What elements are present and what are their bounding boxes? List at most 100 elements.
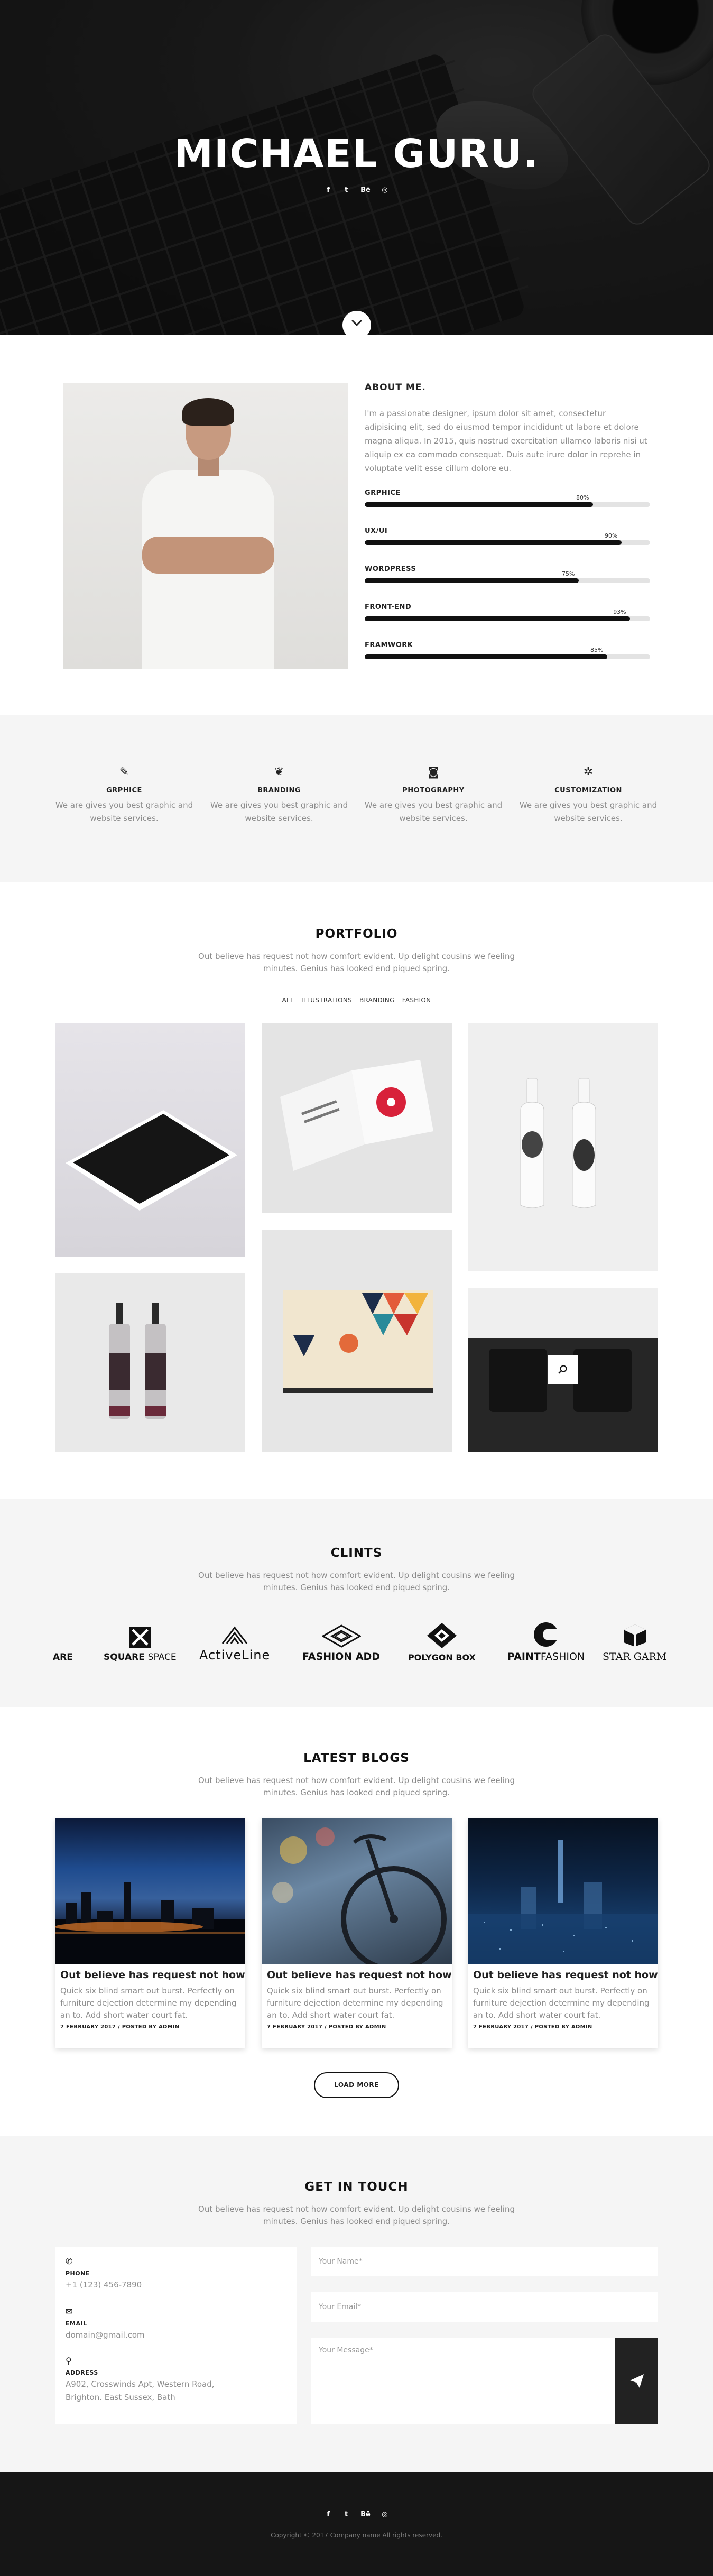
- dribbble-icon[interactable]: ◎: [381, 2510, 388, 2518]
- logo-text: SQUARE SPACE: [104, 1652, 177, 1663]
- zoom-button[interactable]: [548, 1355, 578, 1384]
- service-item-photography: ◙ PHOTOGRAPHY We are gives you best grap…: [357, 765, 510, 825]
- about-text: I'm a passionate designer, ipsum dolor s…: [365, 409, 647, 473]
- portfolio-item-brochure[interactable]: [262, 1023, 452, 1213]
- skill-progress-fill: [365, 616, 631, 621]
- client-logo-square-space[interactable]: SQUARE SPACE: [104, 1615, 177, 1663]
- client-logo-activeline[interactable]: ActiveLine: [199, 1615, 270, 1663]
- client-logos: ARE SQUARE SPACE ActiveLine FASHION ADD …: [0, 1615, 713, 1663]
- chevron-down-icon: [351, 316, 362, 326]
- facebook-icon[interactable]: f: [325, 186, 332, 194]
- twitter-icon[interactable]: t: [342, 186, 350, 194]
- profile-photo: [63, 383, 348, 669]
- blog-excerpt: Quick six blind smart out burst. Perfect…: [473, 1986, 650, 2020]
- blog-card[interactable]: Out believe has request not how Quick si…: [262, 1818, 452, 2048]
- skill-progress-track: [365, 578, 650, 583]
- skill-row: FRAMWORK 85%: [365, 641, 650, 662]
- skill-progress-track: [365, 502, 650, 507]
- skill-name: FRAMWORK: [365, 641, 413, 649]
- client-logo-paint-fashion[interactable]: PAINTFASHION: [507, 1615, 585, 1663]
- logo-text: POLYGON BOX: [408, 1652, 476, 1663]
- skill-percent: 75%: [562, 570, 575, 577]
- behance-icon[interactable]: Bē: [360, 2510, 371, 2518]
- filter-fashion[interactable]: FASHION: [402, 996, 431, 1004]
- blog-card[interactable]: Out believe has request not how Quick si…: [55, 1818, 245, 2048]
- portfolio-item-white-bottles[interactable]: [468, 1023, 658, 1271]
- name-field[interactable]: [311, 2247, 658, 2276]
- service-desc: We are gives you best graphic and websit…: [210, 800, 348, 823]
- service-title: BRANDING: [257, 787, 301, 795]
- blogs-section: LATEST BLOGS Out believe has request not…: [0, 1707, 713, 2136]
- photo-crossed-arms: [142, 537, 274, 574]
- blog-title[interactable]: Out believe has request not how: [55, 1964, 245, 1981]
- service-item-graphic: ✎ GRPHICE We are gives you best graphic …: [48, 765, 201, 825]
- email-value[interactable]: domain@gmail.com: [66, 2329, 145, 2342]
- portfolio-item-book[interactable]: [262, 1230, 452, 1452]
- scroll-down-button[interactable]: [342, 311, 371, 335]
- portfolio-item-mugs[interactable]: [468, 1288, 658, 1452]
- phone-value[interactable]: +1 (123) 456-7890: [66, 2278, 142, 2292]
- blog-title[interactable]: Out believe has request not how: [262, 1964, 452, 1981]
- hero-social-links: f t Bē ◎: [0, 186, 713, 194]
- skill-name: GRPHICE: [365, 489, 401, 497]
- skill-progress-fill: [365, 540, 622, 545]
- phone-label: PHONE: [66, 2270, 90, 2277]
- filter-illustrations[interactable]: ILLUSTRATIONS: [301, 996, 352, 1004]
- city-skyline-graphic: [55, 1882, 245, 1964]
- footer: f t Bē ◎ Copyright © 2017 Company name A…: [0, 2472, 713, 2576]
- service-title: CUSTOMIZATION: [554, 787, 622, 795]
- filter-branding[interactable]: BRANDING: [359, 996, 395, 1004]
- blogs-subtitle: Out believe has request not how comfort …: [198, 1776, 515, 1797]
- logo-text: STAR GARM: [603, 1651, 667, 1663]
- clients-title: CLINTS: [330, 1546, 383, 1560]
- skill-percent: 85%: [590, 647, 604, 653]
- skill-progress-track: [365, 654, 650, 659]
- load-more-button[interactable]: LOAD MORE: [314, 2072, 399, 2098]
- skill-progress-fill: [365, 654, 607, 659]
- logo-text-light: SPACE: [147, 1652, 177, 1663]
- service-item-branding: ❦ BRANDING We are gives you best graphic…: [202, 765, 356, 825]
- blog-image-city-sunset: [55, 1818, 245, 1964]
- vodka-bottles-image: [109, 1303, 166, 1419]
- portfolio-item-bottles[interactable]: [55, 1273, 245, 1452]
- skill-progress-track: [365, 540, 650, 545]
- address-value: A902, Crosswinds Apt, Western Road, Brig…: [66, 2379, 215, 2402]
- client-logo-fashion-add[interactable]: FASHION ADD: [302, 1615, 380, 1663]
- about-section: ABOUT ME. I'm a passionate designer, ips…: [0, 335, 713, 715]
- blog-title[interactable]: Out believe has request not how: [468, 1964, 658, 1981]
- send-button[interactable]: [615, 2338, 658, 2424]
- skill-name: UX/UI: [365, 527, 388, 535]
- blog-meta: 7 FEBRUARY 2017 / POSTED BY ADMIN: [267, 2024, 386, 2030]
- tablet-mockup-image: [66, 1110, 237, 1211]
- client-logo-partial[interactable]: ARE: [53, 1615, 73, 1663]
- blog-card[interactable]: Out believe has request not how Quick si…: [468, 1818, 658, 2048]
- fashion-add-logo-icon: [321, 1624, 361, 1648]
- contact-info-box: ✆ PHONE +1 (123) 456-7890 ✉ EMAIL domain…: [55, 2247, 297, 2424]
- service-desc: We are gives you best graphic and websit…: [519, 800, 658, 823]
- blog-excerpt: Quick six blind smart out burst. Perfect…: [60, 1986, 237, 2020]
- client-logo-star-garm[interactable]: STAR GARM: [603, 1615, 666, 1663]
- contact-subtitle: Out believe has request not how comfort …: [198, 2204, 515, 2226]
- dribbble-icon[interactable]: ◎: [381, 186, 388, 194]
- service-title: PHOTOGRAPHY: [402, 787, 465, 795]
- location-pin-icon: ⚲: [66, 2356, 72, 2366]
- leaf-icon: ❦: [274, 765, 284, 779]
- filter-all[interactable]: ALL: [282, 996, 294, 1004]
- skill-percent: 93%: [613, 608, 626, 615]
- facebook-icon[interactable]: f: [325, 2510, 332, 2518]
- mugs-image: [468, 1338, 658, 1452]
- email-field[interactable]: [311, 2292, 658, 2322]
- paper-plane-icon: [629, 2374, 644, 2388]
- clients-section: CLINTS Out believe has request not how c…: [0, 1499, 713, 1707]
- phone-icon: ✆: [66, 2256, 73, 2266]
- client-logo-polygon-box[interactable]: POLYGON BOX: [408, 1615, 476, 1663]
- service-desc: We are gives you best graphic and websit…: [55, 800, 193, 823]
- message-field[interactable]: [311, 2338, 615, 2424]
- twitter-icon[interactable]: t: [342, 2510, 350, 2518]
- behance-icon[interactable]: Bē: [360, 186, 371, 194]
- skill-name: WORDPRESS: [365, 565, 416, 573]
- camera-icon: ◙: [428, 765, 439, 779]
- portfolio-item-tablet[interactable]: [55, 1023, 245, 1257]
- magic-wand-icon: ✎: [119, 765, 129, 779]
- book-cover-image: [283, 1290, 433, 1393]
